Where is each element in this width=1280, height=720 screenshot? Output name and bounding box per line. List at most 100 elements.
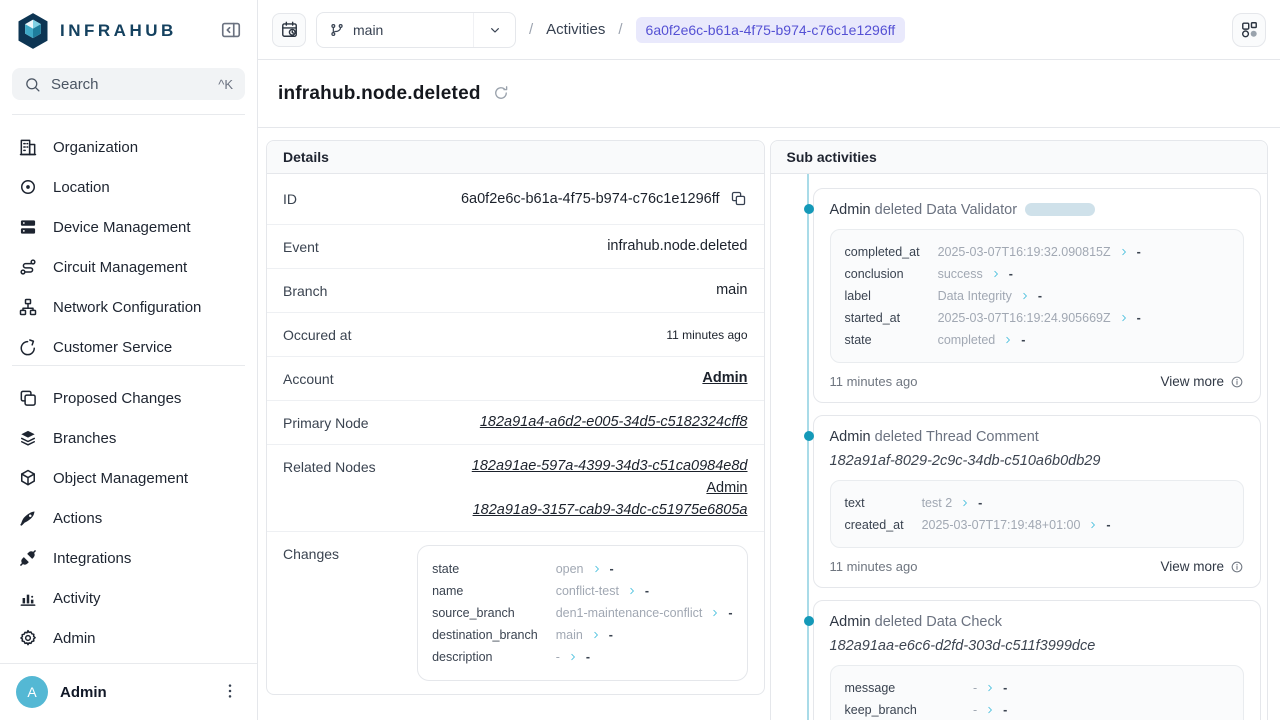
diff-row: message --: [845, 679, 1011, 697]
user-menu-button[interactable]: [219, 681, 241, 703]
diff-prop-values: --: [973, 679, 1010, 697]
diff-old-value: success: [938, 267, 983, 281]
sub-activity-time: 11 minutes ago: [830, 374, 918, 389]
view-more-button[interactable]: View more: [1160, 559, 1244, 574]
page-title-row: infrahub.node.deleted: [258, 60, 1280, 128]
breadcrumb-activities-link[interactable]: Activities: [546, 21, 605, 38]
actor-name: Admin: [830, 429, 871, 445]
search-placeholder: Search: [51, 76, 99, 93]
sub-activity-props: text test 2- created_at 2025-03-07T17:19…: [830, 480, 1245, 548]
detail-row-id: ID 6a0f2e6c-b61a-4f75-b974-c76c1e1296ff: [267, 174, 764, 225]
sidebar-menu-primary: Organization Location Device Management …: [0, 115, 257, 365]
sidebar-item-activity[interactable]: Activity: [12, 578, 245, 618]
user-name: Admin: [60, 684, 107, 701]
diff-row: state open-: [432, 560, 732, 578]
detail-row-changes: Changes state open- name conflict-test- …: [267, 532, 764, 694]
detail-label: Account: [283, 370, 334, 387]
node-link[interactable]: 182a91a4-a6d2-e005-34d5-c5182324cff8: [480, 414, 748, 430]
brand-name: INFRAHUB: [60, 21, 177, 41]
detail-row-occured-at: Occured at 11 minutes ago: [267, 313, 764, 357]
diff-prop-values: conflict-test -: [556, 582, 733, 600]
diff-prop-name: conclusion: [845, 265, 938, 283]
sidebar-item-network-configuration[interactable]: Network Configuration: [12, 287, 245, 327]
diff-old-value: conflict-test: [556, 584, 619, 598]
search-icon: [24, 76, 41, 93]
diff-row: name conflict-test-: [432, 582, 732, 600]
branch-selector-caret[interactable]: [473, 13, 515, 47]
diff-prop-values: 2025-03-07T17:19:48+01:00-: [922, 516, 1111, 534]
chevron-right-icon: [591, 630, 601, 640]
sidebar-item-device-management[interactable]: Device Management: [12, 207, 245, 247]
detail-label: Related Nodes: [283, 458, 376, 475]
info-icon: [1230, 375, 1244, 389]
diff-table: message -- keep_branch -- enriched_confl…: [845, 675, 1011, 720]
app-window: INFRAHUB Search ^K Organization Location: [0, 0, 1280, 720]
copy-icon: [730, 190, 747, 207]
detail-row-account: Account Admin: [267, 357, 764, 401]
refresh-button[interactable]: [491, 84, 511, 104]
components-grid-icon: [1240, 20, 1259, 39]
sidebar-item-proposed-changes[interactable]: Proposed Changes: [12, 378, 245, 418]
gear-icon: [18, 628, 38, 648]
node-link[interactable]: 182a91a9-3157-cab9-34dc-c51975e6805a: [473, 502, 748, 518]
diff-old-value: -: [556, 650, 560, 664]
sidebar-item-location[interactable]: Location: [12, 167, 245, 207]
branch-name: main: [353, 22, 383, 38]
page-title: infrahub.node.deleted: [278, 83, 481, 105]
layers-icon: [18, 428, 38, 448]
sidebar-item-actions[interactable]: Actions: [12, 498, 245, 538]
diff-old-value: Data Integrity: [938, 289, 1012, 303]
diff-row: destination_branch main-: [432, 626, 732, 644]
sidebar-item-circuit-management[interactable]: Circuit Management: [12, 247, 245, 287]
copy-button[interactable]: [730, 190, 748, 208]
search-input[interactable]: Search ^K: [12, 68, 245, 100]
sidebar-item-label: Integrations: [53, 550, 131, 567]
diff-new-value: -: [1106, 518, 1110, 532]
diff-prop-name: message: [845, 679, 974, 697]
sidebar-item-admin[interactable]: Admin: [12, 618, 245, 658]
chevron-right-icon: [627, 586, 637, 596]
workflow-apps-button[interactable]: [1232, 13, 1266, 47]
sub-activity-card: Admin deleted Data Validator completed_a…: [813, 188, 1262, 403]
sidebar-item-label: Activity: [53, 590, 101, 607]
bar-chart-icon: [18, 588, 38, 608]
sidebar-user-footer: A Admin: [0, 663, 257, 720]
detail-label: Occured at: [283, 326, 351, 343]
diff-new-value: -: [645, 584, 649, 598]
diff-new-value: -: [1038, 289, 1042, 303]
detail-row-related-nodes: Related Nodes 182a91ae-597a-4399-34d3-c5…: [267, 445, 764, 532]
diff-old-value: 2025-03-07T16:19:24.905669Z: [938, 311, 1111, 325]
detail-value: infrahub.node.deleted: [607, 238, 747, 254]
diff-prop-name: completed_at: [845, 243, 938, 261]
account-link[interactable]: Admin: [702, 370, 747, 386]
sidebar-item-branches[interactable]: Branches: [12, 418, 245, 458]
diff-row: conclusion success-: [845, 265, 1141, 283]
diff-row: text test 2-: [845, 494, 1111, 512]
sidebar-item-customer-service[interactable]: Customer Service: [12, 327, 245, 365]
chevron-right-icon: [592, 564, 602, 574]
detail-value: main: [716, 282, 747, 298]
node-link[interactable]: Admin: [706, 480, 747, 496]
breadcrumb-entity-id[interactable]: 6a0f2e6c-b61a-4f75-b974-c76c1e1296ff: [636, 17, 906, 43]
avatar: A: [16, 676, 48, 708]
diff-prop-values: main-: [556, 626, 733, 644]
chevron-right-icon: [710, 608, 720, 618]
sub-activity-props: message -- keep_branch -- enriched_confl…: [830, 665, 1245, 720]
sidebar-menu-secondary: Proposed Changes Branches Object Managem…: [0, 366, 257, 658]
sidebar-item-label: Actions: [53, 510, 102, 527]
sidebar-collapse-button[interactable]: [219, 19, 243, 43]
sub-activity-title: Admin deleted Data Validator: [830, 202, 1245, 218]
time-travel-button[interactable]: [272, 13, 306, 47]
sidebar-item-integrations[interactable]: Integrations: [12, 538, 245, 578]
diff-row: source_branch den1-maintenance-conflict-: [432, 604, 732, 622]
sidebar-item-object-management[interactable]: Object Management: [12, 458, 245, 498]
branch-selector[interactable]: main: [316, 12, 516, 48]
node-link[interactable]: 182a91ae-597a-4399-34d3-c51ca0984e8d: [472, 458, 748, 474]
timeline-dot: [804, 431, 814, 441]
view-more-button[interactable]: View more: [1160, 374, 1244, 389]
diff-new-value: -: [728, 606, 732, 620]
sidebar-item-organization[interactable]: Organization: [12, 127, 245, 167]
route-icon: [18, 257, 38, 277]
diff-new-value: -: [586, 650, 590, 664]
diff-new-value: -: [609, 628, 613, 642]
